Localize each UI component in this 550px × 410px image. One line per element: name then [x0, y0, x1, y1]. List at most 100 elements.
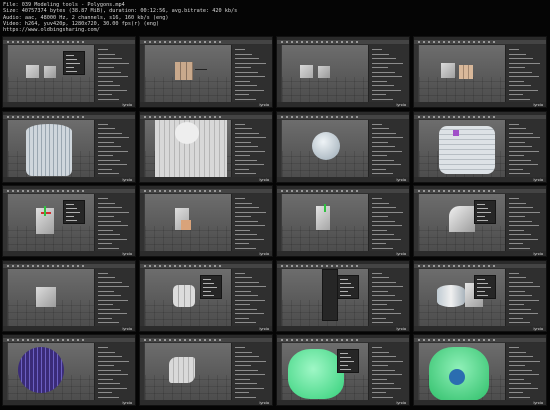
panel-line: [98, 243, 112, 244]
popup-line: [340, 290, 348, 292]
video-thumbnail: lynda: [2, 110, 136, 183]
shelf-icon: [341, 115, 343, 118]
panel-line: [235, 141, 251, 143]
panel-line: [98, 76, 128, 77]
shelf-icon: [42, 264, 44, 267]
panel-line: [98, 360, 129, 362]
panel-line: [372, 168, 386, 170]
shelf-icon: [458, 115, 460, 118]
shelf-icon: [483, 115, 485, 118]
shelf-icon: [321, 264, 323, 267]
panel-line: [372, 356, 396, 357]
shelf-icon: [149, 115, 151, 118]
panel-line: [98, 62, 129, 64]
panel-line: [509, 216, 525, 217]
shelf-icon: [52, 41, 54, 43]
panel-line: [235, 304, 250, 305]
shelf-icon: [463, 264, 465, 267]
panel-line: [509, 304, 524, 305]
attribute-panel: [231, 343, 272, 401]
panel-line: [235, 132, 259, 134]
panel-line: [372, 247, 393, 249]
panel-line: [235, 313, 264, 314]
shelf-icon: [301, 115, 303, 118]
panel-line: [509, 53, 526, 55]
panel-line: [509, 220, 532, 222]
panel-line: [98, 281, 122, 283]
status-bar: [3, 325, 135, 331]
shelf-icon: [336, 264, 338, 267]
lynda-logo: lynda: [533, 325, 543, 331]
panel-line: [509, 383, 531, 384]
popup-line: [66, 59, 77, 60]
cylinder-shape: [26, 123, 72, 176]
lynda-logo: lynda: [533, 102, 543, 107]
panel-line: [509, 356, 533, 357]
panel-line: [372, 123, 382, 125]
panel-line: [98, 272, 108, 274]
attribute-panel: [505, 45, 546, 103]
shelf-icon: [12, 190, 14, 192]
panel-line: [235, 290, 251, 292]
shelf-icon: [144, 190, 146, 192]
shelf-icon: [423, 41, 425, 43]
panel-line: [372, 53, 389, 55]
panel-line: [372, 234, 394, 235]
attribute-panel: [231, 268, 272, 327]
panel-line: [509, 243, 523, 244]
shelf-icon: [301, 264, 303, 267]
shelf-icon: [194, 115, 196, 118]
shelf-icon: [169, 190, 171, 192]
shelf-icon: [341, 190, 343, 192]
toolbox-panel: [277, 45, 281, 105]
lynda-logo: lynda: [533, 176, 543, 182]
shelf-icon: [493, 190, 495, 192]
panel-line: [235, 272, 245, 274]
panel-line: [235, 89, 264, 91]
shelf-icon: [22, 264, 24, 267]
panel-line: [509, 387, 538, 389]
panel-line: [98, 247, 119, 249]
panel-line: [372, 277, 389, 278]
popup-line: [203, 290, 211, 292]
shelf-icon: [493, 41, 495, 43]
shelf-icon: [189, 264, 191, 267]
shelf-icon: [149, 339, 151, 341]
shelf-icon: [321, 339, 323, 341]
panel-line: [372, 98, 393, 100]
shelf-icon: [62, 264, 64, 267]
shelf-icon: [77, 339, 79, 341]
popup-line: [203, 278, 211, 280]
status-bar: [414, 325, 546, 331]
popup-line: [340, 282, 351, 284]
viewport: [8, 268, 96, 327]
shelf-icon: [351, 190, 353, 192]
panel-line: [235, 369, 258, 371]
shelf-icon: [351, 264, 353, 267]
panel-line: [98, 128, 115, 129]
gizmo-y: [44, 206, 46, 216]
popup-line: [66, 220, 77, 221]
toolbox-panel: [140, 343, 144, 403]
panel-line: [372, 173, 393, 174]
attribute-panel: [505, 268, 546, 327]
shelf-icon: [356, 339, 358, 341]
cube-shape: [173, 284, 195, 307]
shelf-icon: [281, 339, 283, 341]
arrow-shape: [195, 69, 207, 70]
shelf-icon: [423, 264, 425, 267]
panel-line: [509, 281, 533, 283]
panel-line: [235, 396, 256, 398]
shelf-icon: [341, 339, 343, 341]
shelf-icon: [473, 190, 475, 192]
shelf-icon: [286, 41, 288, 43]
shelf-icon: [448, 264, 450, 267]
lynda-logo: lynda: [122, 102, 132, 107]
shelf-icon: [57, 41, 59, 43]
panel-line: [235, 62, 266, 64]
shelf-icon: [326, 264, 328, 267]
panel-line: [98, 304, 113, 305]
cube-shape: [441, 63, 455, 78]
lynda-logo: lynda: [122, 400, 132, 405]
shelf-icon: [174, 190, 176, 192]
